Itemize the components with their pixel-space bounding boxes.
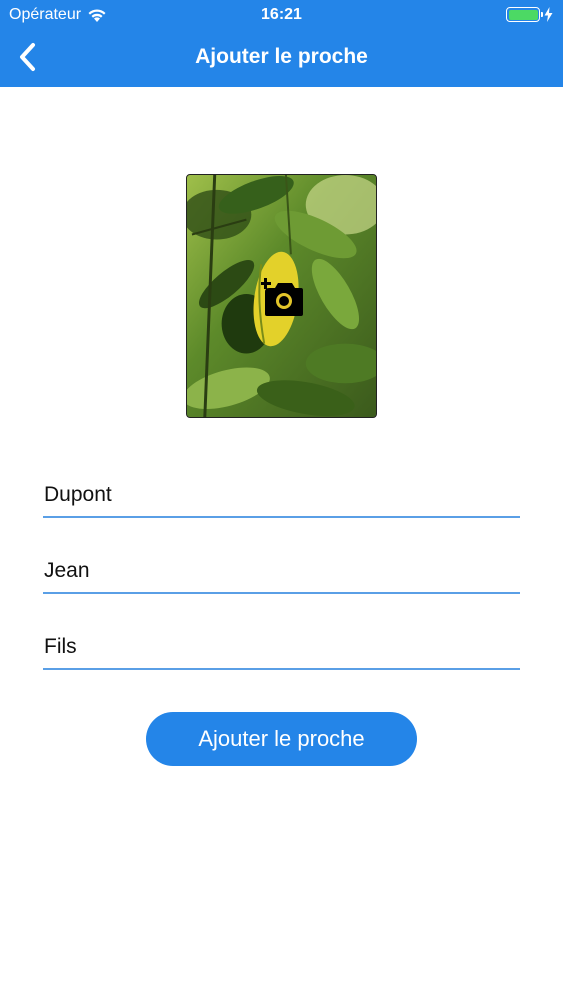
add-relative-button[interactable]: Ajouter le proche xyxy=(146,712,417,766)
app-screen: Opérateur 16:21 Ajouter le proche Dupont… xyxy=(0,0,563,1000)
navigation-bar: Ajouter le proche xyxy=(0,30,563,87)
top-bar: Opérateur 16:21 Ajouter le proche xyxy=(0,0,563,87)
page-title: Ajouter le proche xyxy=(195,45,368,68)
last-name-input[interactable] xyxy=(43,468,520,516)
last-name-field[interactable] xyxy=(43,468,520,518)
charging-bolt-icon xyxy=(544,7,553,22)
profile-photo-picker[interactable] xyxy=(186,174,377,418)
camera-plus-icon xyxy=(261,278,303,316)
first-name-input[interactable] xyxy=(43,544,520,592)
relation-field[interactable] xyxy=(43,620,520,670)
status-bar: Opérateur 16:21 xyxy=(0,0,563,30)
relation-input[interactable] xyxy=(43,620,520,668)
battery-icon xyxy=(506,7,543,22)
status-time: 16:21 xyxy=(261,6,302,23)
battery-level xyxy=(508,9,538,20)
first-name-field[interactable] xyxy=(43,544,520,594)
battery-indicator xyxy=(506,7,553,22)
